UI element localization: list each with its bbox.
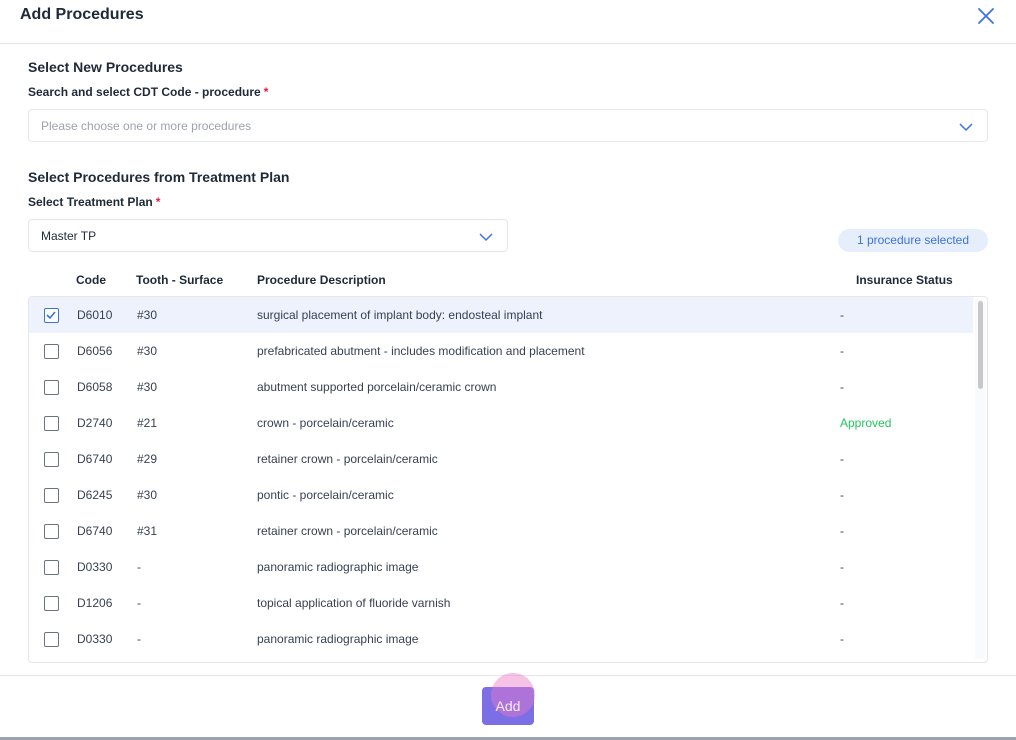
insurance-status: - <box>840 596 844 610</box>
table-row[interactable]: D0330 - panoramic radiographic image - <box>29 621 973 657</box>
tooth-surface: #30 <box>137 380 158 394</box>
cdt-code-label-text: Search and select CDT Code - procedure <box>28 85 261 99</box>
insurance-status: - <box>840 632 844 646</box>
procedure-code: D0330 <box>77 560 113 574</box>
table-row[interactable]: D6245 #30 pontic - porcelain/ceramic - <box>29 477 973 513</box>
column-header-insurance-status: Insurance Status <box>856 273 953 287</box>
procedure-description: surgical placement of implant body: endo… <box>257 308 543 322</box>
table-row[interactable]: D6740 #31 retainer crown - porcelain/cer… <box>29 513 973 549</box>
dialog-header: Add Procedures <box>0 0 1016 44</box>
treatment-plan-title: Select Procedures from Treatment Plan <box>28 169 290 185</box>
row-checkbox[interactable] <box>44 488 59 503</box>
close-button[interactable] <box>976 6 996 26</box>
procedure-code: D2740 <box>77 416 113 430</box>
table-row[interactable]: D0330 - panoramic radiographic image - <box>29 549 973 585</box>
checkmark-icon <box>46 311 56 320</box>
procedures-table[interactable]: D6010 #30 surgical placement of implant … <box>28 296 988 663</box>
procedure-description: crown - porcelain/ceramic <box>257 416 394 430</box>
cdt-procedure-select[interactable]: Please choose one or more procedures <box>28 109 988 142</box>
tooth-surface: - <box>137 632 141 646</box>
insurance-status: - <box>840 524 844 538</box>
tooth-surface: - <box>137 560 141 574</box>
treatment-plan-select[interactable]: Master TP <box>28 219 508 252</box>
procedure-code: D6245 <box>77 488 113 502</box>
procedure-code: D6740 <box>77 452 113 466</box>
tooth-surface: #30 <box>137 344 158 358</box>
column-header-code: Code <box>76 273 106 287</box>
close-icon <box>978 8 994 24</box>
tooth-surface: #30 <box>137 308 158 322</box>
procedure-description: pontic - porcelain/ceramic <box>257 488 394 502</box>
procedure-description: abutment supported porcelain/ceramic cro… <box>257 380 497 394</box>
insurance-status: - <box>840 560 844 574</box>
insurance-status: - <box>840 488 844 502</box>
new-procedures-title: Select New Procedures <box>28 59 183 75</box>
tooth-surface: - <box>137 596 141 610</box>
insurance-status: - <box>840 308 844 322</box>
procedure-code: D6058 <box>77 380 113 394</box>
tooth-surface: #29 <box>137 452 158 466</box>
procedure-code: D6056 <box>77 344 113 358</box>
treatment-plan-label-text: Select Treatment Plan <box>28 195 153 209</box>
procedure-description: retainer crown - porcelain/ceramic <box>257 524 438 538</box>
row-checkbox[interactable] <box>44 344 59 359</box>
procedure-code: D6740 <box>77 524 113 538</box>
add-procedures-dialog: Add Procedures Select New Procedures Sea… <box>0 0 1016 740</box>
row-checkbox[interactable] <box>44 452 59 467</box>
selection-count-badge: 1 procedure selected <box>838 229 988 252</box>
row-checkbox[interactable] <box>44 416 59 431</box>
row-checkbox[interactable] <box>44 632 59 647</box>
insurance-status: - <box>840 380 844 394</box>
procedure-description: prefabricated abutment - includes modifi… <box>257 344 585 358</box>
procedure-code: D0330 <box>77 632 113 646</box>
cdt-procedure-placeholder: Please choose one or more procedures <box>41 119 252 133</box>
procedure-description: panoramic radiographic image <box>257 632 419 646</box>
required-mark: * <box>263 85 269 99</box>
table-scrollbar[interactable] <box>975 299 985 659</box>
required-mark: * <box>155 195 161 209</box>
add-button-label: Add <box>495 698 521 714</box>
chevron-down-icon <box>959 123 973 132</box>
row-checkbox[interactable] <box>44 524 59 539</box>
cdt-code-label: Search and select CDT Code - procedure * <box>28 85 268 99</box>
insurance-status: - <box>840 344 844 358</box>
dialog-title: Add Procedures <box>20 6 144 23</box>
table-row[interactable]: D6740 #29 retainer crown - porcelain/cer… <box>29 441 973 477</box>
chevron-down-icon <box>479 233 493 242</box>
insurance-status: Approved <box>840 416 892 430</box>
procedure-description: topical application of fluoride varnish <box>257 596 451 610</box>
column-header-tooth-surface: Tooth - Surface <box>136 273 224 287</box>
row-checkbox[interactable] <box>44 560 59 575</box>
treatment-plan-label: Select Treatment Plan * <box>28 195 160 209</box>
table-row[interactable]: D6058 #30 abutment supported porcelain/c… <box>29 369 973 405</box>
procedure-code: D1206 <box>77 596 113 610</box>
tooth-surface: #30 <box>137 488 158 502</box>
row-checkbox[interactable] <box>44 596 59 611</box>
table-row[interactable]: D6056 #30 prefabricated abutment - inclu… <box>29 333 973 369</box>
column-header-description: Procedure Description <box>257 273 386 287</box>
table-row[interactable]: D1206 - topical application of fluoride … <box>29 585 973 621</box>
insurance-status: - <box>840 452 844 466</box>
row-checkbox[interactable] <box>44 380 59 395</box>
table-row[interactable]: D6010 #30 surgical placement of implant … <box>29 297 973 333</box>
table-row[interactable]: D2740 #21 crown - porcelain/ceramic Appr… <box>29 405 973 441</box>
scrollbar-thumb[interactable] <box>978 301 983 389</box>
tooth-surface: #31 <box>137 524 158 538</box>
procedure-description: panoramic radiographic image <box>257 560 419 574</box>
procedure-description: retainer crown - porcelain/ceramic <box>257 452 438 466</box>
row-checkbox[interactable] <box>44 308 59 323</box>
tooth-surface: #21 <box>137 416 158 430</box>
treatment-plan-value: Master TP <box>41 229 97 243</box>
procedure-code: D6010 <box>77 308 113 322</box>
